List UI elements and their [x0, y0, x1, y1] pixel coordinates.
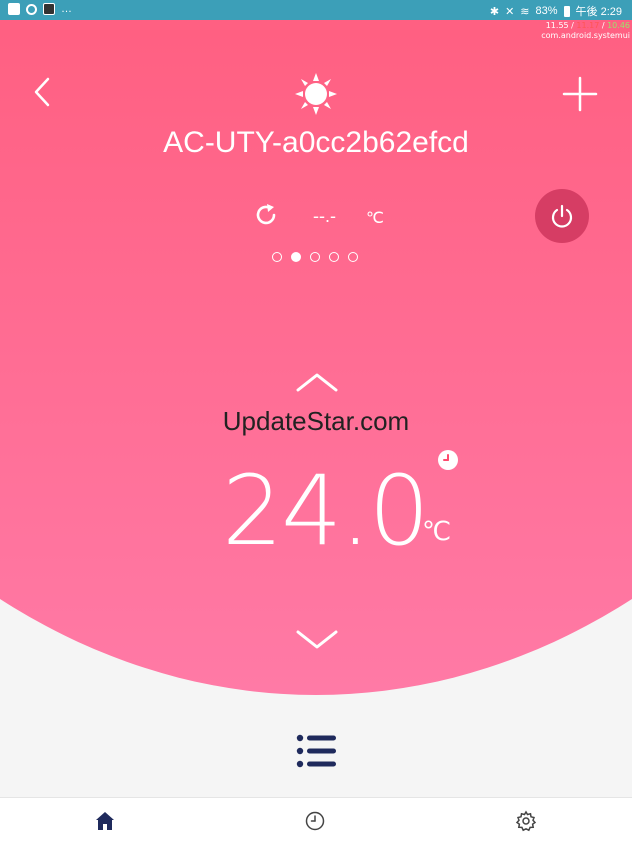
- overlay-line-2: com.android.systemui: [541, 31, 630, 40]
- more-notifications: …: [61, 3, 72, 15]
- clock-icon: [305, 811, 325, 831]
- chevron-up-icon: [296, 373, 338, 392]
- room-temperature: --.-: [313, 206, 336, 226]
- chevron-down-icon: [296, 630, 338, 649]
- device-name: AC-UTY-a0cc2b62efcd: [163, 126, 469, 159]
- mode-list-button[interactable]: [296, 734, 338, 768]
- home-icon: [96, 812, 114, 830]
- page-dot[interactable]: [348, 252, 358, 262]
- page-dot-active[interactable]: [291, 252, 301, 262]
- add-button[interactable]: [560, 74, 600, 114]
- watermark-text: UpdateStar.com: [222, 406, 410, 436]
- temperature-down-button[interactable]: [295, 628, 339, 652]
- overlay-line-1: 11.55 / 11.17 / 10.46: [545, 21, 630, 30]
- page-indicator: [272, 252, 358, 262]
- status-bar-right: ✱ ✕ ≋ 83% 午後 2:29: [490, 3, 622, 19]
- setpoint-temperature: 24.0: [222, 455, 430, 567]
- clock: 午後 2:29: [575, 6, 622, 18]
- tab-home[interactable]: [92, 808, 118, 834]
- list-icon: [296, 734, 336, 768]
- bluetooth-icon: ✱: [489, 5, 500, 18]
- battery-level: 83%: [535, 5, 558, 17]
- temperature-up-button[interactable]: [295, 370, 339, 394]
- sun-icon: [294, 72, 338, 116]
- power-icon: [551, 204, 573, 228]
- tab-settings[interactable]: [513, 808, 539, 834]
- power-status-icon: [26, 3, 37, 15]
- battery-icon: [563, 5, 570, 17]
- timer-indicator: [438, 450, 458, 470]
- chevron-left-icon: [34, 77, 50, 107]
- plus-icon: [562, 76, 598, 112]
- app-notification-icon: [43, 3, 55, 15]
- bottom-tab-bar: [0, 797, 632, 844]
- room-temperature-unit: ℃: [366, 210, 384, 227]
- power-button[interactable]: [535, 189, 589, 243]
- debug-overlay: 11.55 / 11.17 / 10.46 com.android.system…: [541, 21, 630, 41]
- clock-icon: [443, 454, 449, 461]
- mute-icon: ✕: [505, 5, 515, 18]
- wifi-icon: ≋: [520, 5, 530, 18]
- gallery-icon: [8, 3, 20, 15]
- page-dot[interactable]: [310, 252, 320, 262]
- status-bar: … ✱ ✕ ≋ 83% 午後 2:29: [0, 0, 632, 20]
- setpoint-unit: ℃: [422, 516, 452, 546]
- tab-history[interactable]: [302, 808, 328, 834]
- back-button[interactable]: [26, 74, 62, 110]
- page-dot[interactable]: [329, 252, 339, 262]
- refresh-button[interactable]: [252, 201, 280, 229]
- gear-icon: [515, 810, 537, 832]
- page-dot[interactable]: [272, 252, 282, 262]
- refresh-icon: [256, 204, 276, 225]
- status-bar-left: …: [8, 3, 72, 15]
